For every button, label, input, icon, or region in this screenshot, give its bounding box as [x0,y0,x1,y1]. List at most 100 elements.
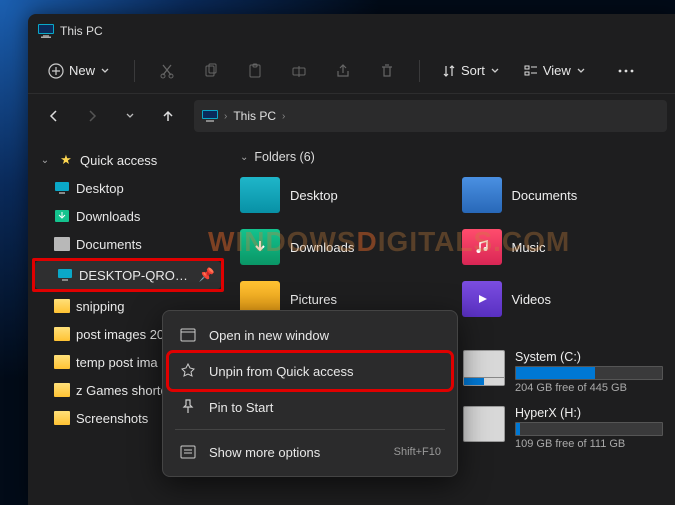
folder-icon [54,298,70,314]
sidebar-item-label: temp post ima [76,355,158,370]
more-options-icon [179,445,197,459]
downloads-icon [54,208,70,224]
folder-icon [54,410,70,426]
this-pc-icon [38,24,54,38]
chevron-down-icon [100,66,110,76]
chevron-right-icon: › [224,111,227,122]
folder-downloads[interactable]: Downloads [240,226,442,268]
cut-button[interactable] [149,53,185,89]
sidebar-item-documents[interactable]: Documents [32,230,224,258]
context-item-label: Open in new window [209,328,329,343]
unpin-icon [179,363,197,379]
back-button[interactable] [36,98,72,134]
sidebar-item-desktop[interactable]: Desktop [32,174,224,202]
separator [134,60,135,82]
context-unpin-quick-access[interactable]: Unpin from Quick access [169,353,451,389]
folder-label: Pictures [290,292,337,307]
sort-icon [442,64,456,78]
sort-button[interactable]: Sort [434,53,508,89]
disk-icon [463,350,505,386]
star-icon: ★ [58,152,74,168]
context-show-more-options[interactable]: Show more options Shift+F10 [169,434,451,470]
desktop-icon [54,180,70,196]
sidebar-item-label: Desktop [76,181,124,196]
sidebar-item-downloads[interactable]: Downloads [32,202,224,230]
folder-videos[interactable]: Videos [462,278,664,320]
breadcrumb[interactable]: This PC [233,109,276,123]
sort-label: Sort [461,63,485,78]
pin-icon: 📌 [199,267,215,283]
chevron-down-icon [490,66,500,76]
folder-label: Downloads [290,240,354,255]
collapse-icon[interactable]: ⌄ [38,155,52,166]
sidebar-item-label: z Games shortc [76,383,167,398]
copy-button[interactable] [193,53,229,89]
folder-label: Desktop [290,188,338,203]
paste-button[interactable] [237,53,273,89]
documents-folder-icon [462,177,502,213]
view-button[interactable]: View [516,53,594,89]
pc-icon [57,267,73,283]
more-button[interactable] [608,53,644,89]
quick-access-root[interactable]: ⌄ ★ Quick access [32,146,224,174]
folder-label: Music [512,240,546,255]
disk-name: HyperX (H:) [515,406,663,420]
window-icon [179,328,197,342]
new-button[interactable]: New [38,53,120,89]
folders-section-header[interactable]: ⌄ Folders (6) [240,150,663,164]
context-item-label: Show more options [209,445,320,460]
titlebar: This PC [28,14,675,48]
folder-icon [54,354,70,370]
chevron-down-icon [576,66,586,76]
disk-icon [463,406,505,442]
context-item-label: Pin to Start [209,400,273,415]
disk-free-text: 109 GB free of 111 GB [515,438,663,450]
separator [419,60,420,82]
downloads-folder-icon [240,229,280,265]
delete-button[interactable] [369,53,405,89]
desktop-folder-icon [240,177,280,213]
forward-button[interactable] [74,98,110,134]
disk-item-system[interactable]: System (C:) 204 GB free of 445 GB [463,350,663,394]
quick-access-label: Quick access [80,153,157,168]
context-pin-to-start[interactable]: Pin to Start [169,389,451,425]
music-folder-icon [462,229,502,265]
context-separator [175,429,445,430]
share-button[interactable] [325,53,361,89]
disk-item-hyperx[interactable]: HyperX (H:) 109 GB free of 111 GB [463,406,663,450]
videos-folder-icon [462,281,502,317]
folders-header-label: Folders (6) [254,150,314,164]
context-open-new-window[interactable]: Open in new window [169,317,451,353]
collapse-icon: ⌄ [240,152,248,163]
sidebar-item-label: DESKTOP-QROM50P [79,268,191,283]
address-bar[interactable]: › This PC › [194,100,667,132]
rename-button[interactable] [281,53,317,89]
sidebar-item-label: Downloads [76,209,140,224]
context-menu: Open in new window Unpin from Quick acce… [162,310,458,477]
up-button[interactable] [150,98,186,134]
disk-name: System (C:) [515,350,663,364]
sidebar-item-label: post images 20 [76,327,164,342]
this-pc-icon [202,110,218,123]
folder-icon [54,326,70,342]
disk-usage-bar [515,422,663,436]
sidebar-item-desktop-qrom[interactable]: DESKTOP-QROM50P 📌 [35,261,221,289]
disk-free-text: 204 GB free of 445 GB [515,382,663,394]
folder-documents[interactable]: Documents [462,174,664,216]
highlight-annotation: DESKTOP-QROM50P 📌 [32,258,224,292]
pin-icon [179,399,197,415]
folder-label: Documents [512,188,578,203]
chevron-right-icon: › [282,111,285,122]
folder-icon [54,382,70,398]
context-item-label: Unpin from Quick access [209,364,354,379]
folder-desktop[interactable]: Desktop [240,174,442,216]
context-shortcut: Shift+F10 [394,446,441,458]
navbar: › This PC › [28,94,675,138]
sidebar-item-label: snipping [76,299,124,314]
recent-dropdown[interactable] [112,98,148,134]
folder-music[interactable]: Music [462,226,664,268]
folder-label: Videos [512,292,552,307]
sidebar-item-label: Screenshots [76,411,148,426]
disk-usage-bar [515,366,663,380]
new-label: New [69,63,95,78]
